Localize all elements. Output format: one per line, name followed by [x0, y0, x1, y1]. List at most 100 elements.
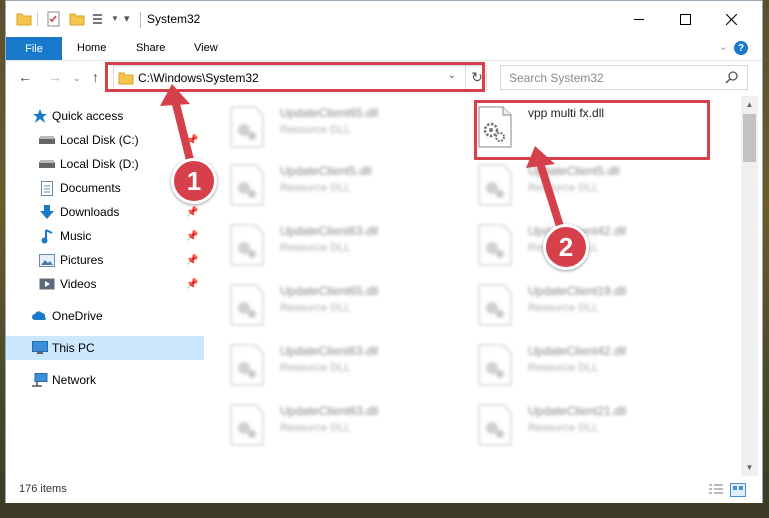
dll-file-icon	[478, 224, 512, 266]
large-icons-view-icon[interactable]	[730, 483, 746, 497]
nav-item-label: Local Disk (C:)	[60, 133, 139, 147]
file-name: UpdateClient65.dll	[280, 106, 379, 120]
nav-item-label: Local Disk (D:)	[60, 157, 139, 171]
scroll-up-icon[interactable]: ▲	[741, 96, 758, 113]
properties-icon[interactable]	[46, 11, 62, 27]
downloads-icon	[39, 204, 55, 220]
file-item[interactable]: UpdateClient21.dll Resource DLL	[470, 400, 710, 456]
pin-icon[interactable]: 📌	[186, 231, 198, 242]
vertical-scrollbar[interactable]: ▲ ▼	[741, 96, 758, 476]
minimize-button[interactable]	[616, 1, 662, 37]
pin-icon[interactable]: 📌	[186, 255, 198, 266]
status-bar: 176 items	[6, 477, 762, 503]
tab-share[interactable]: Share	[136, 42, 165, 54]
file-type: Resource DLL	[528, 182, 599, 194]
recent-locations-icon[interactable]: ⌄	[73, 73, 81, 84]
file-item[interactable]: UpdateClient63.dll Resource DLL	[222, 220, 462, 276]
network-icon	[32, 372, 48, 388]
expand-ribbon-icon[interactable]: ⌄	[719, 40, 728, 53]
dll-file-icon	[478, 344, 512, 386]
file-type: Resource DLL	[528, 422, 599, 434]
file-name: UpdateClient5.dll	[280, 164, 372, 178]
file-item[interactable]: UpdateClient63.dll Resource DLL	[222, 340, 462, 396]
file-name: UpdateClient21.dll	[528, 404, 627, 418]
maximize-icon	[679, 13, 691, 25]
file-highlight	[474, 100, 710, 160]
nav-item-label: This PC	[52, 341, 95, 355]
navigation-pane: Quick access Local Disk (C:) 📌 Local Dis…	[6, 96, 204, 476]
dll-file-icon	[478, 404, 512, 446]
scrollbar-thumb[interactable]	[743, 114, 756, 162]
nav-item-label: Pictures	[60, 253, 104, 267]
nav-item-downloads[interactable]: Downloads 📌	[6, 200, 204, 224]
music-icon	[39, 228, 55, 244]
dll-file-icon	[230, 284, 264, 326]
up-arrow-icon[interactable]: ↑	[92, 69, 99, 85]
folder-icon[interactable]	[16, 11, 32, 27]
nav-item-quick-access[interactable]: Quick access	[6, 104, 204, 128]
pictures-icon	[39, 252, 55, 268]
nav-item-videos[interactable]: Videos 📌	[6, 272, 204, 296]
minimize-icon	[634, 18, 644, 20]
file-type: Resource DLL	[528, 302, 599, 314]
window-title: System32	[147, 12, 201, 26]
new-folder-icon[interactable]	[69, 11, 85, 27]
qa-separator	[37, 12, 38, 26]
tab-view[interactable]: View	[194, 42, 218, 54]
file-item[interactable]: UpdateClient63.dll Resource DLL	[222, 400, 462, 456]
nav-item-label: Quick access	[52, 109, 124, 123]
nav-item-label: Videos	[60, 277, 97, 291]
file-item[interactable]: UpdateClient5.dll Resource DLL	[222, 160, 462, 216]
pin-icon[interactable]: 📌	[186, 207, 198, 218]
file-name: UpdateClient63.dll	[280, 344, 379, 358]
scroll-down-icon[interactable]: ▼	[741, 459, 758, 476]
pin-icon[interactable]: 📌	[186, 279, 198, 290]
file-type: Resource DLL	[280, 242, 351, 254]
title-bar: ▼ ▾ System32	[6, 1, 762, 37]
file-type: Resource DLL	[280, 124, 351, 136]
nav-item-label: OneDrive	[52, 309, 103, 323]
tab-file[interactable]: File	[6, 37, 62, 60]
item-count: 176 items	[19, 483, 67, 495]
back-arrow-icon[interactable]: ←	[18, 69, 32, 85]
nav-item-label: Documents	[60, 181, 121, 195]
nav-item-onedrive[interactable]: OneDrive	[6, 304, 204, 328]
file-item[interactable]: UpdateClient65.dll Resource DLL	[222, 280, 462, 336]
star-icon	[32, 108, 48, 124]
file-item[interactable]: UpdateClient42.dll Resource DLL	[470, 340, 710, 396]
nav-item-pictures[interactable]: Pictures 📌	[6, 248, 204, 272]
details-view-icon[interactable]	[708, 483, 724, 497]
nav-item-network[interactable]: Network	[6, 368, 204, 392]
dll-file-icon	[230, 344, 264, 386]
search-field[interactable]: Search System32	[500, 65, 748, 90]
file-item[interactable]: UpdateClient19.dll Resource DLL	[470, 280, 710, 336]
search-icon	[725, 70, 739, 87]
dll-file-icon	[230, 404, 264, 446]
dll-file-icon	[478, 164, 512, 206]
pin-icon[interactable]: 📌	[186, 135, 198, 146]
dll-file-icon	[478, 284, 512, 326]
nav-item-label: Downloads	[60, 205, 120, 219]
nav-item-music[interactable]: Music 📌	[6, 224, 204, 248]
file-item[interactable]: UpdateClient65.dll Resource DLL	[222, 102, 462, 158]
search-placeholder: Search System32	[509, 71, 604, 85]
nav-item-this-pc[interactable]: This PC	[6, 336, 204, 360]
close-button[interactable]	[708, 1, 754, 37]
customize-qa-icon[interactable]	[92, 11, 108, 27]
dll-file-icon	[230, 164, 264, 206]
maximize-button[interactable]	[662, 1, 708, 37]
file-type: Resource DLL	[528, 362, 599, 374]
nav-item-local-disk-c[interactable]: Local Disk (C:) 📌	[6, 128, 204, 152]
tab-home[interactable]: Home	[77, 42, 106, 54]
chevron-down-icon[interactable]: ▼	[111, 14, 119, 23]
qa-dropdown-icon[interactable]: ▾	[124, 12, 130, 25]
help-icon[interactable]: ?	[734, 41, 748, 55]
file-type: Resource DLL	[280, 362, 351, 374]
callout-1: 1	[171, 158, 217, 204]
file-item[interactable]: UpdateClient5.dll Resource DLL	[470, 160, 710, 216]
callout-2: 2	[543, 224, 589, 270]
forward-arrow-icon[interactable]: →	[48, 69, 62, 85]
file-name: UpdateClient63.dll	[280, 224, 379, 238]
ribbon: File Home Share View ⌄ ?	[6, 37, 762, 60]
file-item[interactable]: UpdateClient42.dll Resource DLL	[470, 220, 710, 276]
